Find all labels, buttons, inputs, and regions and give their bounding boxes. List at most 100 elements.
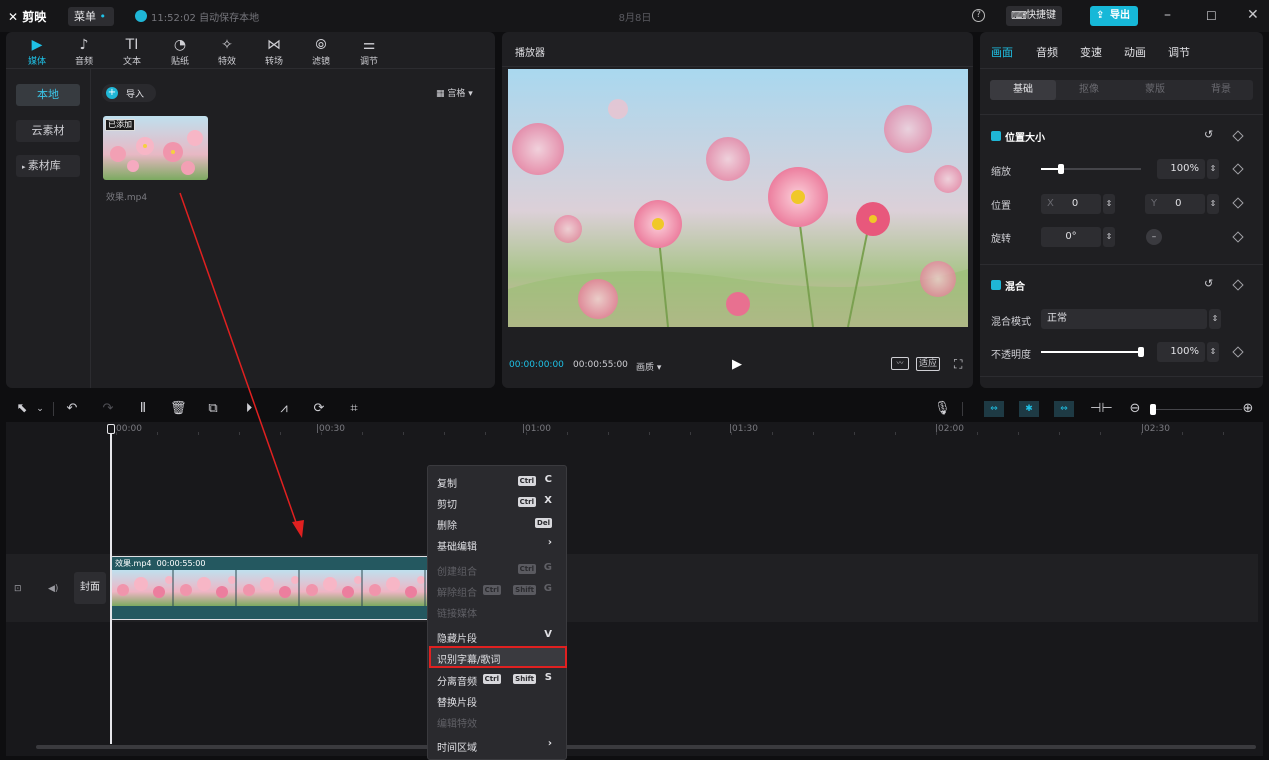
auto-snap-icon[interactable]: ✱ [1019, 401, 1039, 417]
help-icon[interactable]: ? [972, 9, 985, 22]
context-menu-item[interactable]: 隐藏片段 V [428, 627, 566, 645]
prop-tab[interactable]: 调节 [1168, 44, 1190, 60]
tab-filter[interactable]: ⦾ 滤镜 [305, 36, 337, 67]
playhead-handle[interactable] [107, 424, 115, 434]
keyframe-icon[interactable] [1232, 197, 1244, 209]
horizontal-scrollbar[interactable] [36, 745, 1256, 749]
rotate-input[interactable]: 0° [1041, 227, 1101, 247]
microphone-icon[interactable]: 🎙 [934, 401, 951, 417]
rotate-icon[interactable]: ⟳ [311, 401, 327, 417]
fit-button[interactable]: 适应 [916, 357, 941, 371]
rotate-dial-icon[interactable]: – [1146, 229, 1162, 245]
maximize-icon[interactable]: ☐ [1206, 9, 1217, 23]
sidebar-item-cloud[interactable]: 云素材 [16, 120, 80, 142]
context-menu-item[interactable]: 删除 Del [428, 514, 566, 532]
linkage-icon[interactable]: ⇔ [1054, 401, 1074, 417]
split-icon[interactable]: Ⅱ [135, 401, 151, 417]
track-audio-icon[interactable]: ◀) [48, 584, 58, 594]
scale-input[interactable]: 100% [1157, 159, 1205, 179]
close-icon[interactable]: ✕ [1247, 7, 1259, 23]
waveform-icon[interactable]: 〰 [891, 357, 909, 370]
keyframe-icon[interactable] [1232, 231, 1244, 243]
keyframe-icon[interactable] [1232, 163, 1244, 175]
media-thumbnail[interactable]: 已添加 [103, 116, 208, 180]
prop-tab[interactable]: 变速 [1080, 44, 1102, 60]
reverse-play-icon[interactable]: ⏵ [241, 401, 257, 417]
tab-transition[interactable]: ⋈ 转场 [258, 36, 290, 67]
fullscreen-icon[interactable]: ⛶ [954, 357, 962, 372]
context-menu-item[interactable]: 分离音频 S Shift Ctrl [428, 670, 566, 688]
opacity-input[interactable]: 100% [1157, 342, 1205, 362]
undo-icon[interactable]: ↶ [64, 401, 80, 417]
prop-subtab[interactable]: 基础 [990, 80, 1056, 100]
video-preview[interactable] [508, 69, 968, 327]
main-menu-button[interactable]: 菜单 • ⌄ [68, 7, 114, 42]
tab-effects[interactable]: ✧ 特效 [211, 36, 243, 67]
context-menu-item[interactable]: 基础编辑 › [428, 535, 566, 553]
app-logo: ✕ 剪映 [8, 10, 47, 24]
preview-axis-icon[interactable]: ⊣⊢ [1090, 401, 1113, 417]
cover-button[interactable]: 封面 [74, 572, 106, 604]
chevron-down-icon[interactable]: ⌄ [32, 401, 48, 417]
keyframe-icon[interactable] [1232, 346, 1244, 358]
context-menu-item[interactable]: 复制 C Ctrl [428, 472, 566, 490]
zoom-slider[interactable] [1150, 404, 1242, 415]
y-input[interactable]: Y0 [1145, 194, 1205, 214]
prop-tab[interactable]: 音频 [1036, 44, 1058, 60]
track-lock-icon[interactable]: ⊡ [14, 584, 22, 594]
zoom-out-icon[interactable]: ⊖ [1127, 401, 1143, 417]
timeline-clip[interactable]: 效果.mp4 00:00:55:00 [110, 556, 440, 620]
reset-icon[interactable]: ↺ [1204, 128, 1213, 141]
crop-icon[interactable]: ⌗ [346, 401, 362, 417]
redo-icon[interactable]: ↷ [100, 401, 116, 417]
opacity-stepper[interactable]: ⇕ [1207, 342, 1219, 362]
export-button[interactable]: ⇪ 导出 [1090, 6, 1138, 26]
tab-audio[interactable]: ♪ 音频 [68, 36, 100, 67]
shortcut-button[interactable]: ⌨ 快捷键 [1006, 6, 1062, 26]
context-menu-item[interactable]: 剪切 X Ctrl [428, 493, 566, 511]
prop-subtab[interactable]: 抠像 [1056, 80, 1122, 100]
position-size-checkbox[interactable] [991, 131, 1001, 141]
prop-subtab[interactable]: 背景 [1188, 80, 1254, 100]
playhead[interactable] [110, 426, 112, 744]
main-track-magnet-icon[interactable]: ⇔ [984, 401, 1004, 417]
freeze-frame-icon[interactable]: ⧉ [205, 401, 221, 417]
blend-checkbox[interactable] [991, 280, 1001, 290]
keyframe-icon[interactable] [1232, 279, 1244, 291]
prop-subtab[interactable]: 蒙版 [1122, 80, 1188, 100]
select-cursor-icon[interactable]: ⬉ [14, 401, 30, 417]
prop-tab[interactable]: 动画 [1124, 44, 1146, 60]
ruler-tick [321, 432, 322, 435]
time-ruler[interactable]: 00:00 |00:30 |01:00 |01:30 |02:00 |02:30 [6, 422, 1263, 436]
mirror-icon[interactable]: ⩘ [276, 401, 292, 417]
tab-media[interactable]: ▶ 媒体 [21, 36, 53, 67]
scale-slider[interactable] [1041, 164, 1141, 174]
project-title[interactable]: 8月8日 [600, 9, 670, 24]
opacity-slider[interactable] [1041, 347, 1144, 357]
reset-icon[interactable]: ↺ [1204, 277, 1213, 290]
sidebar-item-local[interactable]: 本地 [16, 84, 80, 106]
tab-sticker[interactable]: ◔ 贴纸 [164, 36, 196, 67]
recognize-subtitles-item[interactable]: 识别字幕/歌词 [429, 646, 567, 668]
import-button[interactable]: + 导入 [102, 84, 156, 102]
zoom-in-icon[interactable]: ⊕ [1240, 401, 1256, 417]
scale-stepper[interactable]: ⇕ [1207, 159, 1219, 179]
context-menu-item[interactable]: 时间区域 › [428, 736, 566, 754]
tab-adjust[interactable]: ⚌ 调节 [353, 36, 385, 67]
delete-icon[interactable]: 🗑 [170, 401, 187, 417]
view-mode-button[interactable]: ▦ 宫格 ▾ [436, 86, 473, 99]
blend-mode-select[interactable]: 正常 [1041, 309, 1207, 329]
prop-tab[interactable]: 画面 [991, 44, 1013, 60]
tab-text[interactable]: TI 文本 [116, 36, 148, 67]
sidebar-item-library[interactable]: ▸ 素材库 [16, 155, 80, 177]
x-stepper[interactable]: ⇕ [1103, 194, 1115, 214]
keyframe-icon[interactable] [1232, 130, 1244, 142]
rotate-stepper[interactable]: ⇕ [1103, 227, 1115, 247]
x-input[interactable]: X0 [1041, 194, 1101, 214]
y-stepper[interactable]: ⇕ [1207, 194, 1219, 214]
context-menu-item[interactable]: 替换片段 [428, 691, 566, 709]
play-icon[interactable]: ▶ [732, 357, 742, 372]
minimize-icon[interactable]: – [1164, 7, 1171, 23]
blend-mode-stepper[interactable]: ⇕ [1209, 309, 1221, 329]
quality-dropdown[interactable]: 画质 ▾ [636, 360, 661, 373]
